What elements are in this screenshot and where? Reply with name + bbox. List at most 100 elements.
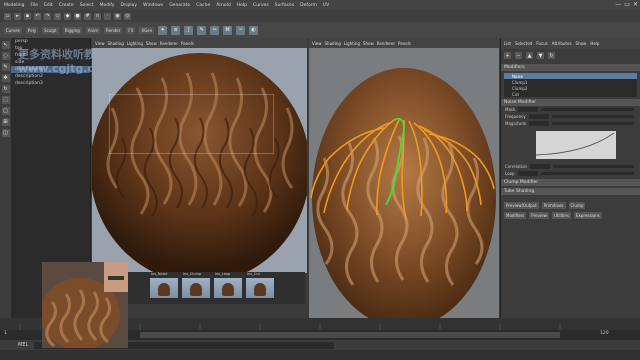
xgen-tab-expressions[interactable]: Expressions: [573, 212, 602, 219]
mask-input[interactable]: [518, 107, 539, 112]
preset-thumbnail[interactable]: Ins_Cut: [246, 272, 274, 298]
attr-tab-selected[interactable]: Selected: [515, 41, 532, 46]
xgen-brush-icon[interactable]: ✎: [197, 25, 207, 35]
preset-thumbnail[interactable]: Ins_Noise: [150, 272, 178, 298]
menu-item-generate[interactable]: Generate: [169, 3, 190, 8]
loop-input[interactable]: [517, 171, 538, 176]
loop-slider[interactable]: [540, 172, 634, 175]
viewport-menu-view[interactable]: View: [312, 41, 322, 46]
viewport-menu-show[interactable]: Show: [363, 41, 374, 46]
attr-tab-help[interactable]: Help: [590, 41, 599, 46]
viewport-menu-lighting[interactable]: Lighting: [127, 41, 143, 46]
xgen-clump-icon[interactable]: ⌘: [223, 25, 233, 35]
layout-split-icon[interactable]: ◫: [1, 129, 10, 137]
menu-item-curves[interactable]: Curves: [253, 3, 269, 8]
snap-grid-icon[interactable]: #: [84, 12, 91, 20]
shelf-tab-xgen[interactable]: XGen: [139, 26, 155, 34]
magnitude-input[interactable]: [529, 121, 550, 126]
perspective-viewport[interactable]: View Shading Lighting Show Renderer Pane…: [309, 38, 499, 318]
menu-item-deform[interactable]: Deform: [300, 3, 317, 8]
shelf-tab-rigging[interactable]: Rigging: [62, 26, 82, 34]
save-scene-icon[interactable]: ▪: [24, 12, 31, 20]
section-modifiers[interactable]: Modifiers: [501, 64, 640, 71]
xgen-tab-clump[interactable]: Clump: [568, 202, 586, 209]
menu-item-cache[interactable]: Cache: [196, 3, 210, 8]
menu-item-surfaces[interactable]: Surfaces: [275, 3, 295, 8]
command-language-label[interactable]: MEL: [18, 342, 28, 348]
render-icon[interactable]: ◉: [114, 12, 121, 20]
range-start[interactable]: 1: [4, 331, 7, 336]
redo-icon[interactable]: ↷: [44, 12, 51, 20]
render-viewport[interactable]: View Shading Lighting Show Renderer Pane…: [92, 38, 307, 273]
mask-slider[interactable]: [541, 108, 634, 111]
layout-quad-icon[interactable]: ⊞: [1, 118, 10, 126]
section-clump-modifier[interactable]: Clump Modifier: [501, 179, 640, 186]
shelf-tab-render[interactable]: Render: [104, 26, 123, 34]
magnitude-scale-ramp[interactable]: [535, 131, 616, 159]
move-down-icon[interactable]: ▼: [537, 52, 544, 59]
select-component-icon[interactable]: ●: [74, 12, 81, 20]
menu-item-help[interactable]: Help: [237, 3, 247, 8]
add-modifier-icon[interactable]: +: [504, 52, 511, 59]
section-tube-shading[interactable]: Tube Shading: [501, 188, 640, 195]
menu-item-create[interactable]: Create: [59, 3, 74, 8]
shelf-tab-anim[interactable]: Anim: [85, 26, 101, 34]
select-hierarchy-icon[interactable]: ◇: [54, 12, 61, 20]
close-icon[interactable]: ✕: [633, 1, 638, 8]
menu-item-select[interactable]: Select: [80, 3, 94, 8]
new-scene-icon[interactable]: ▫: [4, 12, 11, 20]
attr-tab-focus[interactable]: Focus: [536, 41, 547, 46]
xgen-cut-icon[interactable]: ✂: [210, 25, 220, 35]
snap-point-icon[interactable]: ·: [104, 12, 111, 20]
shelf-tab-poly[interactable]: Poly: [25, 26, 39, 34]
correlation-slider[interactable]: [553, 165, 634, 168]
attr-tab-list[interactable]: List: [504, 41, 511, 46]
select-tool-icon[interactable]: ↖: [1, 41, 10, 49]
viewport-menu-renderer[interactable]: Renderer: [377, 41, 395, 46]
xgen-tab-preview-output[interactable]: Preview/Output: [504, 202, 539, 209]
undo-icon[interactable]: ↶: [34, 12, 41, 20]
open-scene-icon[interactable]: ▸: [14, 12, 21, 20]
layout-single-icon[interactable]: ▢: [1, 107, 10, 115]
correlation-input[interactable]: [530, 164, 551, 169]
preset-thumbnail[interactable]: Ins_Loop: [214, 272, 242, 298]
xgen-preview-icon[interactable]: ◐: [249, 25, 259, 35]
select-object-icon[interactable]: ◆: [64, 12, 71, 20]
shelf-tab-sculpt[interactable]: Sculpt: [42, 26, 59, 34]
frequency-slider[interactable]: [551, 115, 634, 118]
xgen-guide-icon[interactable]: ∫: [184, 25, 194, 35]
attr-tab-attributes[interactable]: Attributes: [552, 41, 572, 46]
frequency-input[interactable]: [528, 114, 549, 119]
menu-item-edit[interactable]: Edit: [44, 3, 53, 8]
viewport-menu-shading[interactable]: Shading: [108, 41, 124, 46]
xgen-tab-modifiers[interactable]: Modifiers: [504, 212, 527, 219]
viewport-menu-renderer[interactable]: Renderer: [160, 41, 178, 46]
remove-modifier-icon[interactable]: −: [515, 52, 522, 59]
snap-curve-icon[interactable]: ∩: [94, 12, 101, 20]
rotate-tool-icon[interactable]: ↻: [1, 85, 10, 93]
viewport-menu-shading[interactable]: Shading: [325, 41, 341, 46]
viewport-menu-lighting[interactable]: Lighting: [344, 41, 360, 46]
viewport-menu-view[interactable]: View: [95, 41, 105, 46]
xgen-editor-icon[interactable]: ≡: [171, 25, 181, 35]
refresh-icon[interactable]: ↻: [548, 52, 555, 59]
section-noise-modifier[interactable]: Noise Modifier: [501, 99, 640, 106]
outliner-item[interactable]: persp: [11, 38, 90, 45]
shelf-tab-fx[interactable]: FX: [126, 26, 136, 34]
shelf-tab-curves[interactable]: Curves: [4, 26, 22, 34]
viewport-menu-show[interactable]: Show: [146, 41, 157, 46]
modifier-list-item[interactable]: Cut: [504, 91, 637, 97]
menu-item-windows[interactable]: Windows: [143, 3, 163, 8]
ipr-render-icon[interactable]: ◎: [124, 12, 131, 20]
menu-item-uv[interactable]: UV: [323, 3, 329, 8]
xgen-tab-preview[interactable]: Preview: [529, 212, 549, 219]
range-handle[interactable]: [140, 332, 560, 338]
menu-item-file[interactable]: File: [30, 3, 38, 8]
scale-tool-icon[interactable]: ⬚: [1, 96, 10, 104]
outliner-item[interactable]: description3: [11, 80, 90, 87]
xgen-tab-utilities[interactable]: Utilities: [551, 212, 571, 219]
preset-thumbnail[interactable]: Ins_Clump: [182, 272, 210, 298]
attr-tab-show[interactable]: Show: [576, 41, 587, 46]
viewport-menu-panels[interactable]: Panels: [398, 41, 411, 46]
move-up-icon[interactable]: ▲: [526, 52, 533, 59]
